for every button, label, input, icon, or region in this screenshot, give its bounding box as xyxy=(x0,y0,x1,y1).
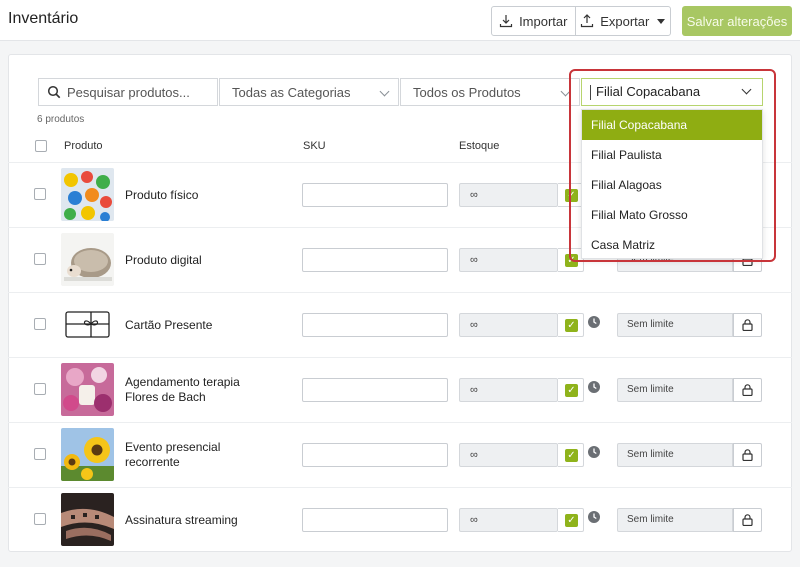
product-name[interactable]: Produto digital xyxy=(125,253,275,268)
product-thumbnail xyxy=(61,493,114,546)
product-type-select[interactable]: Todos os Produtos xyxy=(400,78,580,106)
product-thumbnail xyxy=(61,428,114,481)
row-checkbox[interactable] xyxy=(34,383,46,395)
limit-field[interactable]: Sem limite xyxy=(617,508,733,532)
lock-icon xyxy=(742,384,753,396)
column-header-sku: SKU xyxy=(303,140,326,152)
text-cursor xyxy=(590,85,591,100)
sku-input[interactable] xyxy=(302,248,448,272)
sku-input[interactable] xyxy=(302,443,448,467)
unlimited-checkbox[interactable]: ✓ xyxy=(565,514,578,527)
divider xyxy=(8,422,792,423)
search-placeholder: Pesquisar produtos... xyxy=(67,84,190,100)
product-type-value: Todos os Produtos xyxy=(413,84,521,100)
stock-input[interactable]: ∞ xyxy=(459,183,558,207)
lock-icon xyxy=(742,514,753,526)
unlimited-checkbox[interactable]: ✓ xyxy=(565,319,578,332)
select-all-checkbox[interactable] xyxy=(35,140,47,152)
download-icon xyxy=(499,15,513,28)
unlimited-checkbox[interactable]: ✓ xyxy=(565,189,578,202)
product-name[interactable]: Agendamento terapia Flores de Bach xyxy=(125,375,275,405)
caret-down-icon xyxy=(657,18,666,24)
sku-input[interactable] xyxy=(302,313,448,337)
row-checkbox[interactable] xyxy=(34,188,46,200)
export-label: Exportar xyxy=(600,13,650,29)
product-name[interactable]: Cartão Presente xyxy=(125,318,275,333)
branch-option-alagoas[interactable]: Filial Alagoas xyxy=(582,170,762,200)
clock-icon[interactable] xyxy=(588,316,600,328)
lock-button[interactable] xyxy=(733,508,762,532)
stock-input[interactable]: ∞ xyxy=(459,508,558,532)
column-header-product: Produto xyxy=(64,140,103,152)
product-name[interactable]: Evento presencial recorrente xyxy=(125,440,275,470)
upload-icon xyxy=(581,14,594,28)
product-thumbnail xyxy=(61,233,114,286)
stock-input[interactable]: ∞ xyxy=(459,443,558,467)
export-button[interactable]: Exportar xyxy=(576,7,670,35)
branch-option-copacabana[interactable]: Filial Copacabana xyxy=(582,110,762,140)
branch-select-value: Filial Copacabana xyxy=(596,84,701,99)
save-changes-button[interactable]: Salvar alterações xyxy=(682,6,792,36)
clock-icon[interactable] xyxy=(588,511,600,523)
import-export-group: Importar Exportar xyxy=(491,6,671,36)
limit-field[interactable]: Sem limite xyxy=(617,313,733,337)
divider xyxy=(8,487,792,488)
product-thumbnail xyxy=(61,363,114,416)
lock-button[interactable] xyxy=(733,378,762,402)
stock-input[interactable]: ∞ xyxy=(459,248,558,272)
category-select[interactable]: Todas as Categorias xyxy=(219,78,399,106)
row-checkbox[interactable] xyxy=(34,448,46,460)
row-checkbox[interactable] xyxy=(34,253,46,265)
branch-dropdown-menu: Filial Copacabana Filial Paulista Filial… xyxy=(581,109,763,259)
category-value: Todas as Categorias xyxy=(232,84,351,100)
clock-icon[interactable] xyxy=(588,446,600,458)
product-name[interactable]: Assinatura streaming xyxy=(125,513,275,528)
page-title: Inventário xyxy=(8,10,79,27)
chevron-down-icon xyxy=(741,84,752,95)
search-input[interactable]: Pesquisar produtos... xyxy=(38,78,218,106)
import-button[interactable]: Importar xyxy=(492,7,576,35)
divider xyxy=(8,357,792,358)
product-thumbnail xyxy=(61,168,114,221)
unlimited-checkbox[interactable]: ✓ xyxy=(565,254,578,267)
chevron-down-icon xyxy=(379,86,390,97)
row-checkbox[interactable] xyxy=(34,513,46,525)
search-icon xyxy=(47,85,61,99)
column-header-stock: Estoque xyxy=(459,140,500,152)
limit-field[interactable]: Sem limite xyxy=(617,443,733,467)
lock-icon xyxy=(742,449,753,461)
branch-option-casa-matriz[interactable]: Casa Matriz xyxy=(582,230,762,260)
stock-input[interactable]: ∞ xyxy=(459,313,558,337)
sku-input[interactable] xyxy=(302,183,448,207)
chevron-down-icon xyxy=(560,86,571,97)
lock-icon xyxy=(742,319,753,331)
top-bar: Inventário Importar Exportar Salvar alte… xyxy=(0,0,800,41)
row-checkbox[interactable] xyxy=(34,318,46,330)
import-label: Importar xyxy=(519,13,568,29)
sku-input[interactable] xyxy=(302,508,448,532)
product-thumbnail xyxy=(61,298,114,351)
clock-icon[interactable] xyxy=(588,381,600,393)
divider xyxy=(8,292,792,293)
branch-option-paulista[interactable]: Filial Paulista xyxy=(582,140,762,170)
branch-option-mato-grosso[interactable]: Filial Mato Grosso xyxy=(582,200,762,230)
product-name[interactable]: Produto físico xyxy=(125,188,275,203)
unlimited-checkbox[interactable]: ✓ xyxy=(565,384,578,397)
product-count: 6 produtos xyxy=(37,114,85,125)
unlimited-checkbox[interactable]: ✓ xyxy=(565,449,578,462)
limit-field[interactable]: Sem limite xyxy=(617,378,733,402)
branch-select[interactable]: Filial Copacabana xyxy=(581,78,763,106)
lock-button[interactable] xyxy=(733,313,762,337)
sku-input[interactable] xyxy=(302,378,448,402)
stock-input[interactable]: ∞ xyxy=(459,378,558,402)
lock-button[interactable] xyxy=(733,443,762,467)
